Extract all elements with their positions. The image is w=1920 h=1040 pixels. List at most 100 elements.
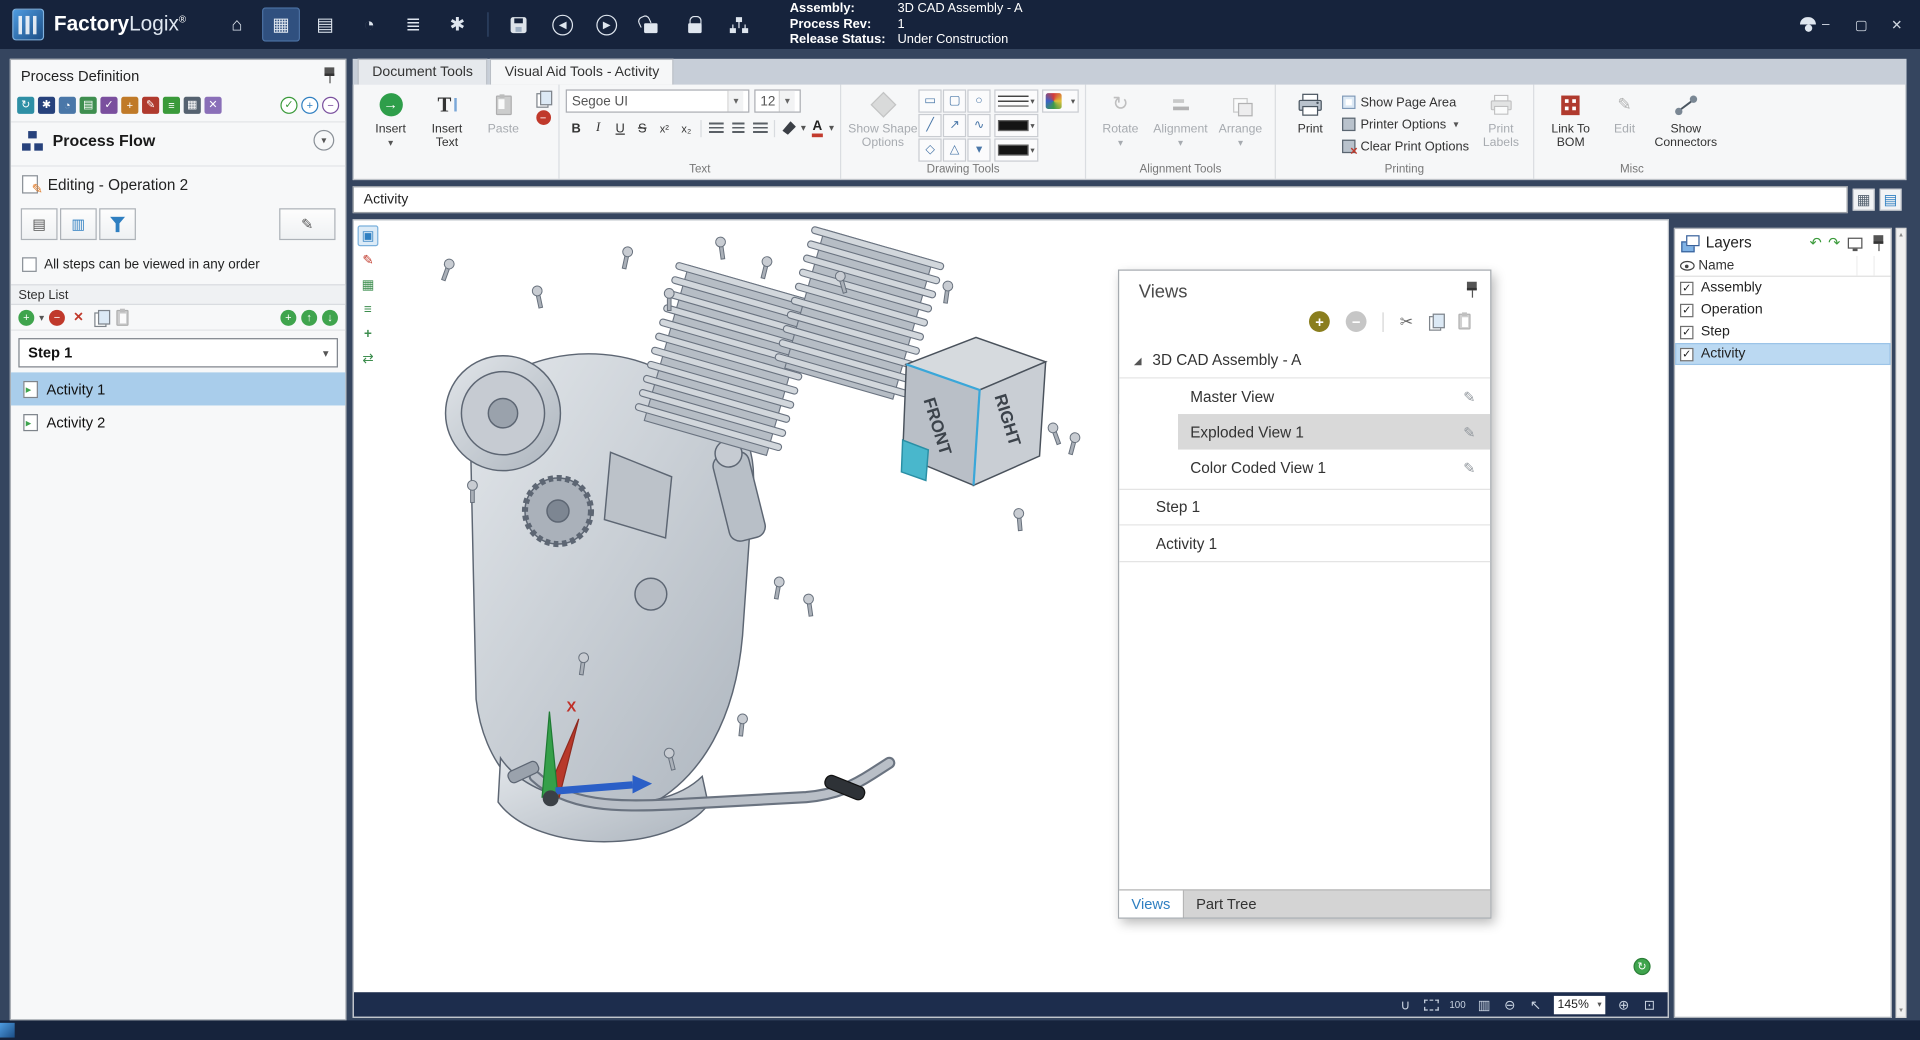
show-shape-options-button[interactable]: Show Shape Options <box>847 87 918 160</box>
vertical-scrollbar[interactable]: ▲ ▼ <box>1896 228 1907 1018</box>
tree-item-step[interactable]: Step 1 <box>1119 489 1490 526</box>
gradient-fill-combo[interactable] <box>1042 89 1079 112</box>
remove-view-button[interactable]: − <box>1346 311 1367 332</box>
add-view-button[interactable]: + <box>1309 311 1330 332</box>
expand-triangle-icon[interactable]: ◢ <box>1134 355 1142 366</box>
annotate-tool-button[interactable]: ✎ <box>358 250 379 271</box>
link-to-bom-button[interactable]: Link To BOM <box>1540 87 1601 160</box>
tree-root-assembly[interactable]: ◢ 3D CAD Assembly - A <box>1119 343 1490 379</box>
scroll-up-icon[interactable]: ▲ <box>1898 232 1904 239</box>
rotate-button[interactable]: ↻ Rotate <box>1092 87 1148 160</box>
pin-icon[interactable] <box>1466 282 1478 298</box>
delete-object-button[interactable]: − <box>534 109 552 126</box>
tree-item-color-coded-view[interactable]: Color Coded View 1 ✎ <box>1119 450 1490 486</box>
tab-visual-aid-tools[interactable]: Visual Aid Tools - Activity <box>490 59 674 85</box>
underline-button[interactable]: U <box>610 118 631 139</box>
highlight-button[interactable] <box>779 118 800 139</box>
fit-screen-icon[interactable] <box>1848 237 1863 248</box>
validate-button[interactable]: ✓ <box>280 96 297 113</box>
pan-tool-button[interactable]: ⇄ <box>358 348 379 369</box>
strikethrough-button[interactable]: S <box>632 118 653 139</box>
pin-icon[interactable] <box>323 67 335 83</box>
forward-button[interactable]: ▶ <box>588 7 626 41</box>
add-step-caret[interactable] <box>39 312 44 323</box>
list-tool-button[interactable]: ≡ <box>358 299 379 320</box>
visual-aid-canvas[interactable]: ▣ ✎ ▦ ≡ + ⇄ <box>353 219 1669 1018</box>
line-color-combo[interactable] <box>994 138 1038 161</box>
document-view-button[interactable]: ▤ <box>21 208 58 240</box>
any-order-checkbox[interactable] <box>22 257 37 272</box>
add-step-button[interactable]: + <box>18 309 34 325</box>
tab-document-tools[interactable]: Document Tools <box>358 59 488 85</box>
globe-button[interactable]: ◔ <box>59 96 76 113</box>
tree-item-activity[interactable]: Activity 1 <box>1119 526 1490 563</box>
record-button[interactable]: − <box>322 96 339 113</box>
maximize-button[interactable] <box>1853 17 1870 33</box>
more-shapes-button[interactable]: ▾ <box>967 138 990 161</box>
refresh-view-button[interactable]: ↻ <box>1633 958 1650 975</box>
remove-resource-button[interactable]: ✕ <box>204 96 221 113</box>
font-family-combo[interactable]: Segoe UI <box>566 89 750 112</box>
edit-step-button[interactable]: ✎ <box>279 208 335 240</box>
layer-row-activity[interactable]: Activity <box>1675 343 1891 365</box>
show-page-area-button[interactable]: Show Page Area <box>1342 93 1469 111</box>
orientation-cube[interactable]: FRONT RIGHT <box>901 337 1045 485</box>
settings-button[interactable]: ✱ <box>438 7 476 41</box>
back-button[interactable]: ◀ <box>544 7 582 41</box>
report-button[interactable]: ▤ <box>80 96 97 113</box>
ellipse-tool[interactable]: ○ <box>967 89 990 112</box>
grid-view-button[interactable]: ▦ <box>1853 189 1875 211</box>
zoom-in-button[interactable]: ⊕ <box>1616 997 1631 1013</box>
cut-view-button[interactable]: ✂ <box>1400 312 1413 332</box>
fill-color-combo[interactable] <box>994 114 1038 137</box>
filter-view-button[interactable] <box>99 208 136 240</box>
document-view-button[interactable]: ▤ <box>1880 189 1902 211</box>
redo-layer-button[interactable]: ↷ <box>1828 234 1840 251</box>
rename-icon[interactable]: ✎ <box>1463 423 1475 440</box>
alignment-button[interactable]: Alignment <box>1149 87 1213 160</box>
axes-tool-button[interactable]: + <box>358 323 379 344</box>
news-button[interactable]: ≣ <box>394 7 432 41</box>
paste-view-button[interactable] <box>1458 314 1470 330</box>
layer-row-operation[interactable]: Operation <box>1675 299 1891 321</box>
subscript-button[interactable] <box>676 118 697 139</box>
undo-layer-button[interactable]: ↶ <box>1810 234 1822 251</box>
layer-checkbox[interactable] <box>1680 303 1693 316</box>
home-button[interactable]: ⌂ <box>218 7 256 41</box>
list-button[interactable]: ≡ <box>163 96 180 113</box>
clear-print-options-button[interactable]: Clear Print Options <box>1342 137 1469 155</box>
highlight-caret[interactable] <box>801 122 806 133</box>
rectangle-tool[interactable]: ▭ <box>918 89 941 112</box>
rename-icon[interactable]: ✎ <box>1463 459 1475 476</box>
arrange-button[interactable]: Arrange <box>1212 87 1268 160</box>
edit-button[interactable]: ✎ Edit <box>1601 87 1648 160</box>
diamond-tool[interactable]: ◇ <box>918 138 941 161</box>
detail-view-button[interactable]: ▥ <box>60 208 97 240</box>
remove-step-button[interactable]: − <box>49 309 65 325</box>
tab-part-tree[interactable]: Part Tree <box>1184 891 1490 918</box>
save-button[interactable] <box>500 7 538 41</box>
process-planning-button[interactable]: ▦ <box>262 7 300 41</box>
layer-checkbox[interactable] <box>1680 347 1693 360</box>
process-flow-header[interactable]: Process Flow ▾ <box>11 121 345 158</box>
activity-list-item[interactable]: Activity 2 <box>11 405 345 438</box>
layer-row-assembly[interactable]: Assembly <box>1675 277 1891 299</box>
align-left-button[interactable] <box>705 118 726 139</box>
tree-item-exploded-view[interactable]: Exploded View 1 ✎ <box>1119 414 1490 450</box>
move-step-up-button[interactable]: ↑ <box>301 309 317 325</box>
rounded-rect-tool[interactable]: ▢ <box>943 89 966 112</box>
lock-button[interactable] <box>676 7 714 41</box>
bold-button[interactable]: B <box>566 118 587 139</box>
select-region-button[interactable] <box>1424 999 1439 1010</box>
layer-checkbox[interactable] <box>1680 325 1693 338</box>
copy-view-button[interactable] <box>1429 314 1442 330</box>
magnet-snap-button[interactable]: ∪ <box>1398 997 1413 1013</box>
zoom-out-button[interactable]: ⊖ <box>1502 997 1517 1013</box>
superscript-button[interactable] <box>654 118 675 139</box>
add-resource-button[interactable]: + <box>121 96 138 113</box>
layer-checkbox[interactable] <box>1680 281 1693 294</box>
show-connectors-button[interactable]: Show Connectors <box>1648 87 1724 160</box>
print-button[interactable]: Print <box>1282 87 1338 160</box>
align-right-button[interactable] <box>749 118 770 139</box>
table-tool-button[interactable]: ▦ <box>358 274 379 295</box>
